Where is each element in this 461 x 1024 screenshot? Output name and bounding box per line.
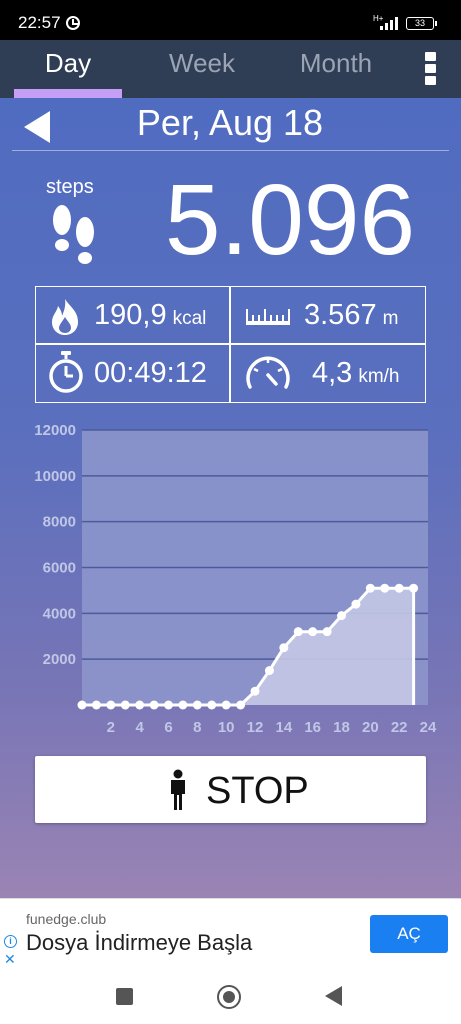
ad-headline[interactable]: Dosya İndirmeye Başla bbox=[26, 930, 252, 956]
data-point bbox=[308, 627, 318, 637]
y-tick-label: 6000 bbox=[43, 560, 76, 577]
x-tick-label: 22 bbox=[391, 719, 408, 736]
alarm-icon bbox=[66, 16, 80, 30]
tab-week[interactable]: Week bbox=[142, 48, 262, 79]
pedometer-app: Day Week Month Per, Aug 18 steps 5.096 1… bbox=[0, 40, 461, 898]
data-point bbox=[250, 686, 260, 696]
speed-unit: km/h bbox=[358, 366, 400, 387]
steps-label: steps bbox=[46, 176, 94, 198]
ruler-icon bbox=[246, 309, 290, 325]
overflow-menu-icon[interactable] bbox=[424, 52, 438, 88]
y-tick-label: 8000 bbox=[43, 514, 76, 531]
data-point bbox=[322, 627, 332, 637]
data-point bbox=[91, 700, 101, 710]
data-point bbox=[106, 700, 116, 710]
recents-icon[interactable] bbox=[116, 988, 133, 1005]
x-tick-label: 14 bbox=[275, 719, 292, 736]
calories-unit: kcal bbox=[172, 308, 207, 329]
y-tick-label: 10000 bbox=[34, 468, 76, 485]
data-point bbox=[149, 700, 159, 710]
data-point bbox=[207, 700, 217, 710]
tab-bar: Day Week Month bbox=[0, 40, 461, 98]
data-point bbox=[178, 700, 188, 710]
steps-chart: 20004000600080001000012000 2 4 6 8 10 12 14 16 1… bbox=[34, 422, 437, 736]
data-point bbox=[394, 583, 404, 593]
tab-month[interactable]: Month bbox=[276, 48, 396, 79]
x-tick-label: 20 bbox=[362, 719, 379, 736]
home-icon[interactable] bbox=[217, 985, 241, 1009]
data-point bbox=[192, 700, 202, 710]
active-tab-indicator bbox=[14, 89, 122, 98]
data-point bbox=[279, 643, 289, 653]
data-point bbox=[164, 700, 173, 710]
tab-day[interactable]: Day bbox=[8, 48, 128, 79]
data-point bbox=[293, 627, 303, 637]
ad-close-icon[interactable]: ✕ bbox=[4, 951, 16, 968]
y-tick-label: 12000 bbox=[34, 422, 76, 439]
duration-stat: 00:49:12 bbox=[94, 357, 207, 390]
person-icon bbox=[171, 769, 185, 810]
stopwatch-icon bbox=[49, 351, 83, 393]
x-tick-label: 18 bbox=[333, 719, 350, 736]
ad-source: funedge.club bbox=[26, 911, 107, 927]
date-title: Per, Aug 18 bbox=[136, 102, 324, 143]
flame-icon bbox=[52, 299, 78, 335]
ad-banner[interactable]: i ✕ funedge.club Dosya İndirmeye Başla A… bbox=[0, 898, 461, 968]
system-nav-bar bbox=[0, 968, 461, 1024]
data-point bbox=[135, 700, 145, 710]
x-tick-label: 6 bbox=[164, 719, 172, 736]
data-point bbox=[337, 611, 346, 621]
divider bbox=[12, 150, 449, 151]
battery-icon: 33 bbox=[406, 17, 437, 30]
calories-stat: 190,9 kcal bbox=[94, 299, 206, 332]
speed-value: 4,3 bbox=[312, 357, 353, 389]
data-point bbox=[365, 583, 375, 593]
data-point bbox=[380, 583, 390, 593]
duration-value: 00:49:12 bbox=[94, 357, 207, 389]
status-bar: 22:57 H+ 33 bbox=[0, 0, 461, 40]
data-point bbox=[236, 700, 246, 710]
y-tick-labels: 2000 4000 6000 8000 10000 12000 bbox=[34, 422, 76, 668]
data-point bbox=[120, 700, 130, 710]
steps-count: 5.096 bbox=[164, 164, 416, 276]
x-tick-label: 24 bbox=[420, 719, 437, 736]
data-point bbox=[264, 666, 274, 676]
x-tick-labels: 2 4 6 8 10 12 14 16 18 20 22 24 bbox=[107, 719, 437, 736]
ad-open-button[interactable]: AÇ bbox=[370, 915, 448, 953]
x-tick-label: 10 bbox=[218, 719, 235, 736]
x-tick-label: 8 bbox=[193, 719, 201, 736]
data-point bbox=[221, 700, 231, 710]
speed-stat: 4,3 km/h bbox=[312, 357, 400, 390]
distance-unit: m bbox=[382, 308, 399, 329]
calories-value: 190,9 bbox=[94, 299, 167, 331]
x-tick-label: 16 bbox=[304, 719, 321, 736]
stop-label: STOP bbox=[206, 770, 309, 812]
distance-value: 3.567 bbox=[304, 299, 377, 331]
signal-icon bbox=[380, 16, 402, 30]
y-tick-label: 4000 bbox=[43, 605, 76, 622]
data-point bbox=[351, 599, 361, 609]
data-point bbox=[409, 583, 419, 593]
speedometer-icon bbox=[246, 356, 290, 389]
stats-grid: 190,9 kcal 3.567 m 00:49:12 4,3 km/h bbox=[35, 286, 426, 403]
stop-button[interactable]: STOP bbox=[35, 756, 426, 823]
x-tick-label: 4 bbox=[135, 719, 144, 736]
y-tick-label: 2000 bbox=[43, 651, 76, 668]
back-icon[interactable] bbox=[325, 986, 342, 1006]
previous-day-icon[interactable] bbox=[24, 111, 50, 143]
data-point bbox=[77, 700, 87, 710]
ad-info-icon[interactable]: i bbox=[4, 935, 17, 948]
x-tick-label: 12 bbox=[247, 719, 264, 736]
x-tick-label: 2 bbox=[107, 719, 115, 736]
footprints-icon bbox=[53, 205, 94, 264]
status-time: 22:57 bbox=[18, 13, 61, 32]
distance-stat: 3.567 m bbox=[304, 299, 398, 332]
